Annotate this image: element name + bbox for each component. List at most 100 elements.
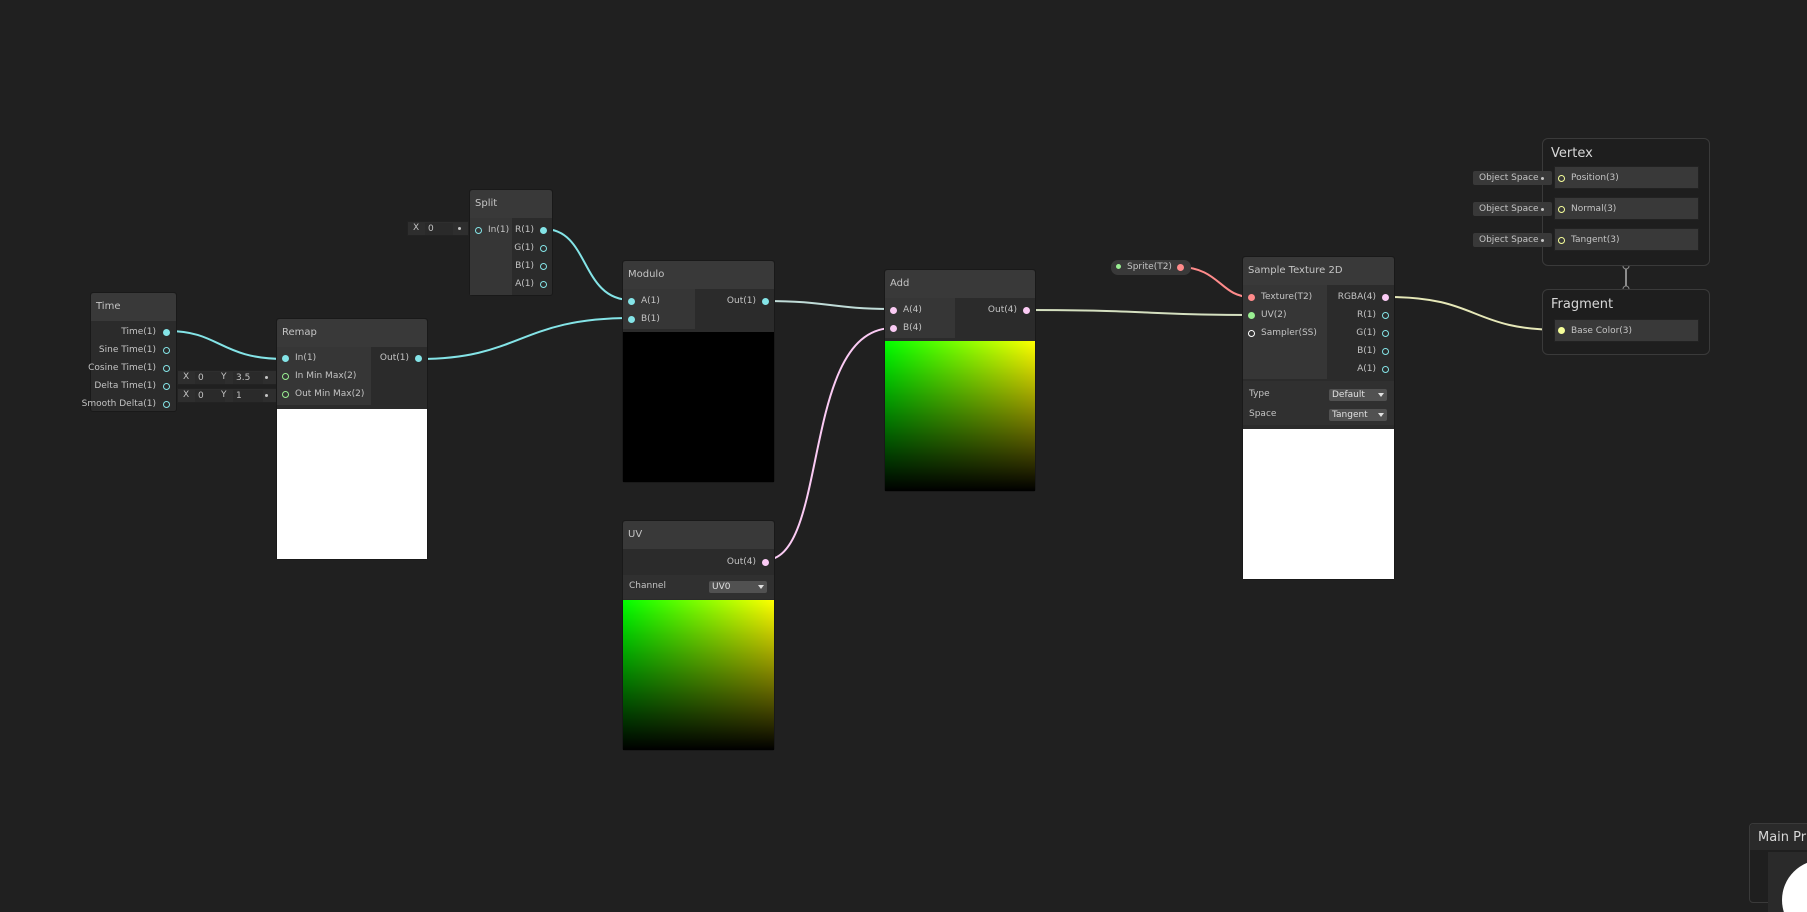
sample-texture-sampler-port[interactable] — [1248, 330, 1255, 337]
modulo-node-title: Modulo — [628, 269, 665, 280]
split-in-port[interactable] — [475, 227, 482, 234]
vertex-context-title: Vertex — [1551, 146, 1593, 161]
sample-texture-uv-port[interactable] — [1248, 312, 1255, 319]
fragment-base-color-block[interactable]: Base Color(3) — [1554, 319, 1699, 342]
sample-texture-r-port[interactable] — [1382, 312, 1389, 319]
uv-channel-dropdown[interactable]: UV0 — [709, 581, 767, 593]
split-a-port[interactable] — [540, 281, 547, 288]
fragment-base-color-port[interactable] — [1558, 327, 1565, 334]
main-preview-header[interactable]: Main Pr — [1750, 824, 1807, 850]
split-node[interactable]: Split In(1) R(1) G(1) B(1) A(1) — [469, 189, 553, 296]
add-b-port[interactable] — [890, 325, 897, 332]
vertex-context[interactable]: Vertex Position(3) Normal(3) Tangent(3) — [1542, 138, 1710, 266]
remap-out-port[interactable] — [415, 355, 422, 362]
time-output-port[interactable] — [163, 329, 170, 336]
split-b-label: B(1) — [515, 261, 534, 271]
time-node[interactable]: Time Time(1) Sine Time(1) Cosine Time(1)… — [82, 292, 177, 412]
sample-texture-rgba-port[interactable] — [1382, 294, 1389, 301]
uv-node-header[interactable]: UV — [623, 521, 774, 549]
time-node-header[interactable]: Time — [91, 293, 176, 321]
sample-texture-texture-port[interactable] — [1248, 294, 1255, 301]
vertex-position-block[interactable]: Position(3) — [1554, 166, 1699, 189]
modulo-node-header[interactable]: Modulo — [623, 261, 774, 289]
in-min-max-y-input[interactable]: 3.5 — [233, 372, 263, 384]
uv-node[interactable]: UV Out(4) Channel UV0 — [622, 520, 775, 751]
modulo-node[interactable]: Modulo A(1) B(1) Out(1) — [622, 260, 775, 483]
uv-out-port[interactable] — [762, 559, 769, 566]
split-a-label: A(1) — [515, 279, 534, 289]
fragment-base-color-label: Base Color(3) — [1571, 326, 1633, 336]
add-out-port[interactable] — [1023, 307, 1030, 314]
split-b-port[interactable] — [540, 263, 547, 270]
split-in-field[interactable]: X 0 — [407, 221, 469, 236]
remap-in-label: In(1) — [295, 353, 317, 363]
smooth-delta-output-port[interactable] — [163, 401, 170, 408]
vertex-normal-port[interactable] — [1558, 206, 1565, 213]
uv-preview — [623, 600, 774, 750]
sample-texture-preview — [1243, 429, 1394, 579]
out-min-max-x-label: X — [183, 390, 190, 400]
remap-node-header[interactable]: Remap — [277, 319, 427, 347]
normal-space-value: Object Space — [1479, 204, 1539, 214]
remap-in-port[interactable] — [282, 355, 289, 362]
vertex-tangent-port[interactable] — [1558, 237, 1565, 244]
in-min-max-field[interactable]: X 0 Y 3.5 — [177, 370, 277, 385]
cosine-time-output-port[interactable] — [163, 365, 170, 372]
out-min-max-field[interactable]: X 0 Y 1 — [177, 388, 277, 403]
remap-node[interactable]: Remap In(1) In Min Max(2) Out Min Max(2)… — [276, 318, 428, 560]
sample-texture-b-label: B(1) — [1357, 346, 1376, 356]
chevron-down-icon — [758, 585, 764, 589]
fragment-context[interactable]: Fragment Base Color(3) — [1542, 289, 1710, 355]
sample-texture-a-port[interactable] — [1382, 366, 1389, 373]
remap-in-min-max-port[interactable] — [282, 373, 289, 380]
vertex-position-port[interactable] — [1558, 175, 1565, 182]
normal-space-field[interactable]: Object Space — [1473, 202, 1552, 216]
split-node-title: Split — [475, 198, 498, 209]
add-a-port[interactable] — [890, 307, 897, 314]
split-r-port[interactable] — [540, 227, 547, 234]
add-a-label: A(4) — [903, 305, 922, 315]
remap-out-min-max-port[interactable] — [282, 391, 289, 398]
sample-texture-g-port[interactable] — [1382, 330, 1389, 337]
normal-space-connector-dot — [1541, 208, 1544, 211]
tangent-space-field[interactable]: Object Space — [1473, 233, 1552, 247]
modulo-a-port[interactable] — [628, 298, 635, 305]
time-output-label: Time(1) — [121, 327, 156, 337]
in-min-max-x-label: X — [183, 372, 190, 382]
main-preview-title: Main Pr — [1758, 830, 1807, 845]
delta-time-output-label: Delta Time(1) — [94, 381, 156, 391]
add-preview — [885, 341, 1035, 491]
sample-texture-space-dropdown[interactable]: Tangent — [1329, 409, 1387, 421]
vertex-tangent-block[interactable]: Tangent(3) — [1554, 228, 1699, 251]
split-in-x-input[interactable]: 0 — [425, 223, 453, 235]
delta-time-output-port[interactable] — [163, 383, 170, 390]
modulo-out-port[interactable] — [762, 298, 769, 305]
time-node-title: Time — [96, 301, 121, 312]
uv-channel-label: Channel — [629, 581, 666, 591]
sample-texture-a-label: A(1) — [1357, 364, 1376, 374]
sample-texture-2d-node[interactable]: Sample Texture 2D Texture(T2) UV(2) Samp… — [1242, 256, 1395, 580]
split-node-header[interactable]: Split — [470, 190, 552, 218]
split-g-port[interactable] — [540, 245, 547, 252]
sample-texture-node-header[interactable]: Sample Texture 2D — [1243, 257, 1394, 285]
position-space-value: Object Space — [1479, 173, 1539, 183]
main-preview-viewport[interactable] — [1768, 852, 1807, 912]
position-space-field[interactable]: Object Space — [1473, 171, 1552, 185]
vertex-normal-block[interactable]: Normal(3) — [1554, 197, 1699, 220]
sprite-out-port[interactable] — [1177, 264, 1184, 271]
sample-texture-b-port[interactable] — [1382, 348, 1389, 355]
sine-time-output-port[interactable] — [163, 347, 170, 354]
sprite-property-node[interactable]: Sprite(T2) — [1111, 260, 1191, 275]
out-min-max-y-input[interactable]: 1 — [233, 390, 263, 402]
sine-time-output-label: Sine Time(1) — [98, 345, 156, 355]
sample-texture-type-dropdown[interactable]: Default — [1329, 389, 1387, 401]
modulo-b-port[interactable] — [628, 316, 635, 323]
add-node-header[interactable]: Add — [885, 270, 1035, 298]
split-in-connector-dot — [458, 227, 461, 230]
tangent-space-value: Object Space — [1479, 235, 1539, 245]
sample-texture-rgba-label: RGBA(4) — [1337, 292, 1376, 302]
remap-in-min-max-label: In Min Max(2) — [295, 371, 357, 381]
in-min-max-connector-dot — [265, 376, 268, 379]
main-preview-window[interactable]: Main Pr — [1749, 823, 1807, 912]
add-node[interactable]: Add A(4) B(4) Out(4) — [884, 269, 1036, 492]
